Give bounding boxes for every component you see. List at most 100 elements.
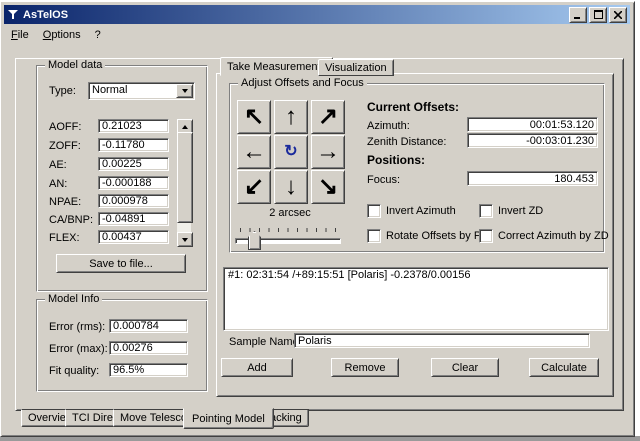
- param-label: AE:: [49, 159, 67, 172]
- param-input-flex[interactable]: [98, 230, 169, 244]
- param-label: ZOFF:: [49, 140, 81, 153]
- current-offsets-heading: Current Offsets:: [367, 101, 459, 114]
- step-slider[interactable]: [233, 227, 341, 251]
- menu-bar: File Options ?: [4, 25, 630, 44]
- add-button[interactable]: Add: [221, 358, 293, 377]
- fit-quality-field[interactable]: [109, 363, 188, 377]
- zenith-distance-field[interactable]: [467, 133, 598, 148]
- arrow-down-right-icon: ↘: [318, 173, 338, 201]
- title-bar: AsTelOS: [4, 5, 630, 24]
- arrow-down-right-button[interactable]: ↘: [311, 170, 345, 204]
- checkbox-correct-azimuth-by-zd[interactable]: Correct Azimuth by ZD: [479, 229, 609, 243]
- model-data-title: Model data: [45, 59, 105, 71]
- minimize-button[interactable]: [569, 7, 587, 23]
- arrow-up-icon: ↑: [285, 103, 297, 131]
- focus-label: Focus:: [367, 174, 400, 187]
- error-max-label: Error (max):: [49, 343, 108, 356]
- tab-pointing-model[interactable]: Pointing Model: [183, 408, 274, 429]
- type-combobox[interactable]: Normal: [88, 82, 195, 100]
- arrow-up-left-button[interactable]: ↖: [237, 100, 271, 134]
- fit-quality-label: Fit quality:: [49, 365, 99, 378]
- param-input-an[interactable]: [98, 176, 169, 190]
- param-input-cabnp[interactable]: [98, 212, 169, 226]
- arrow-up-button[interactable]: ↑: [274, 100, 308, 134]
- sample-name-label: Sample Name:: [229, 336, 302, 349]
- arrow-right-button[interactable]: →: [311, 135, 345, 169]
- menu-item-options[interactable]: Options: [36, 27, 88, 43]
- param-input-npae[interactable]: [98, 194, 169, 208]
- tab-pointing-model-label: Pointing Model: [192, 413, 265, 425]
- azimuth-field[interactable]: [467, 117, 598, 132]
- app-icon: [7, 9, 19, 21]
- param-label: FLEX:: [49, 232, 80, 245]
- error-max-field[interactable]: [109, 341, 188, 355]
- checkbox-invert-zd[interactable]: Invert ZD: [479, 204, 543, 218]
- arrow-down-button[interactable]: ↓: [274, 170, 308, 204]
- param-input-aoff[interactable]: [98, 119, 169, 133]
- checkbox-invert-azimuth-label: Invert Azimuth: [386, 205, 456, 217]
- error-rms-field[interactable]: [109, 319, 188, 333]
- tab-visualization[interactable]: Visualization: [318, 59, 394, 76]
- checkbox-invert-azimuth[interactable]: Invert Azimuth: [367, 204, 456, 218]
- arrow-up-right-button[interactable]: ↗: [311, 100, 345, 134]
- clear-button[interactable]: Clear: [431, 358, 499, 377]
- scroll-down-button[interactable]: [177, 232, 193, 247]
- remove-button[interactable]: Remove: [331, 358, 399, 377]
- param-label: CA/BNP:: [49, 214, 93, 227]
- save-to-file-button[interactable]: Save to file...: [56, 254, 186, 273]
- arrow-down-left-button[interactable]: ↙: [237, 170, 271, 204]
- arrow-down-left-icon: ↙: [244, 173, 264, 201]
- menu-item-help[interactable]: ?: [88, 27, 108, 43]
- scrollbar-thumb[interactable]: [177, 132, 193, 223]
- checkbox-icon[interactable]: [367, 204, 381, 218]
- positions-heading: Positions:: [367, 154, 425, 167]
- triangle-down-icon: [182, 238, 188, 242]
- slider-thumb[interactable]: [248, 231, 261, 250]
- rotate-icon: ↻: [284, 138, 297, 166]
- arrow-left-icon: ←: [242, 138, 266, 166]
- focus-field[interactable]: [467, 171, 598, 186]
- type-combobox-dropdown-button[interactable]: [176, 84, 193, 98]
- checkbox-rotate-offsets-by-pa[interactable]: Rotate Offsets by PA: [367, 229, 488, 243]
- checkbox-icon[interactable]: [479, 229, 493, 243]
- adjust-offsets-title: Adjust Offsets and Focus: [238, 77, 367, 89]
- list-item[interactable]: #1: 02:31:54 /+89:15:51 [Polaris] -0.237…: [224, 268, 608, 282]
- error-rms-label: Error (rms):: [49, 321, 105, 334]
- checkbox-invert-zd-label: Invert ZD: [498, 205, 543, 217]
- checkbox-correct-azimuth-by-zd-label: Correct Azimuth by ZD: [498, 230, 609, 242]
- azimuth-label: Azimuth:: [367, 120, 410, 133]
- arrow-down-icon: ↓: [285, 173, 297, 201]
- tab-take-measurements[interactable]: Take Measurements: [220, 57, 333, 76]
- samples-listbox[interactable]: #1: 02:31:54 /+89:15:51 [Polaris] -0.237…: [223, 267, 609, 331]
- screen: AsTelOS File Options ? Model data Type: …: [0, 0, 640, 441]
- checkbox-icon[interactable]: [479, 204, 493, 218]
- app-window: AsTelOS File Options ? Model data Type: …: [0, 1, 635, 437]
- maximize-button[interactable]: [589, 7, 607, 23]
- checkbox-rotate-offsets-by-pa-label: Rotate Offsets by PA: [386, 230, 488, 242]
- arrow-right-icon: →: [316, 138, 340, 166]
- center-rotate-button[interactable]: ↻: [274, 135, 308, 169]
- param-label: AN:: [49, 178, 67, 191]
- param-scrollbar[interactable]: [177, 119, 191, 247]
- calculate-button[interactable]: Calculate: [529, 358, 599, 377]
- type-label: Type:: [49, 85, 76, 98]
- param-label: AOFF:: [49, 121, 81, 134]
- triangle-up-icon: [182, 125, 188, 129]
- window-title: AsTelOS: [23, 9, 569, 21]
- zenith-distance-label: Zenith Distance:: [367, 136, 446, 149]
- tab-visualization-label: Visualization: [325, 62, 387, 74]
- close-button[interactable]: [609, 7, 627, 23]
- tab-take-measurements-label: Take Measurements: [227, 61, 326, 73]
- model-info-title: Model Info: [45, 293, 102, 305]
- param-input-ae[interactable]: [98, 157, 169, 171]
- chevron-down-icon: [182, 89, 188, 93]
- step-size-label: 2 arcsec: [237, 207, 343, 220]
- menu-item-file[interactable]: File: [4, 27, 36, 43]
- sample-name-input[interactable]: [294, 333, 590, 348]
- arrow-left-button[interactable]: ←: [237, 135, 271, 169]
- arrow-up-left-icon: ↖: [244, 103, 264, 131]
- param-label: NPAE:: [49, 196, 81, 209]
- arrow-up-right-icon: ↗: [318, 103, 338, 131]
- param-input-zoff[interactable]: [98, 138, 169, 152]
- checkbox-icon[interactable]: [367, 229, 381, 243]
